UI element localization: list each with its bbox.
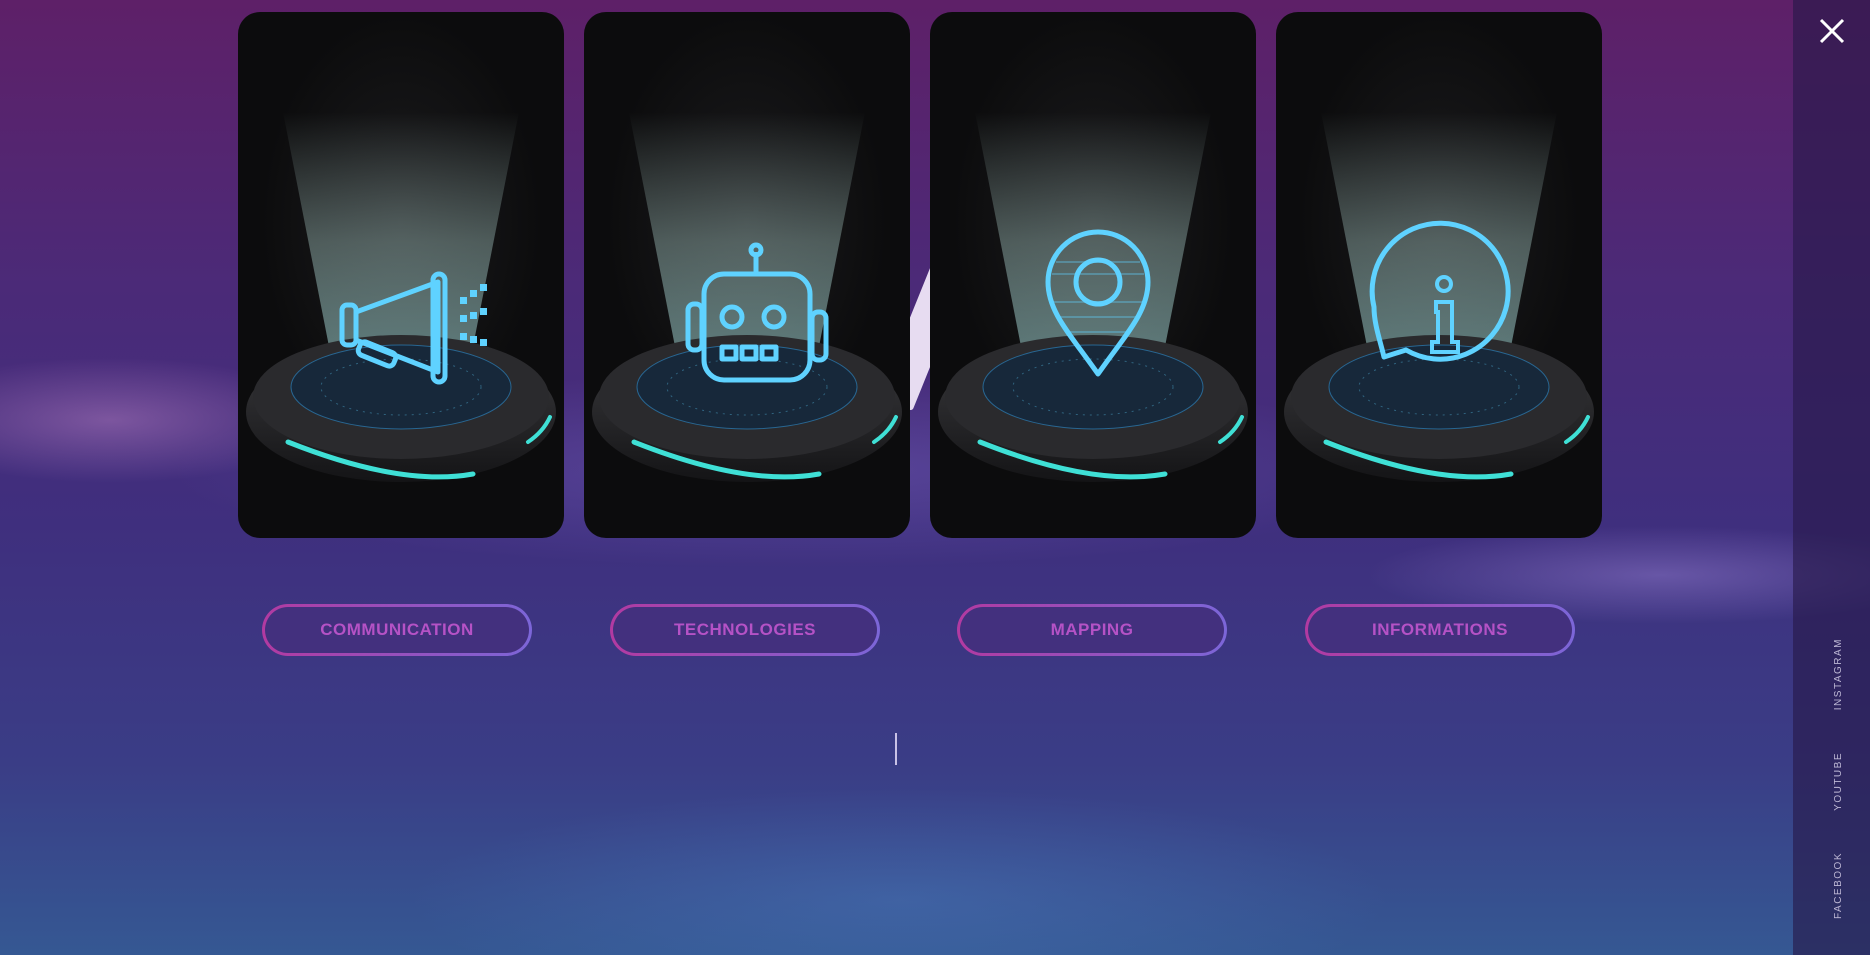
technologies-button[interactable]: TECHNOLOGIES	[610, 604, 880, 656]
instagram-link[interactable]: INSTAGRAM	[1833, 638, 1844, 710]
card-informations[interactable]	[1276, 12, 1602, 538]
card-technologies[interactable]	[584, 12, 910, 538]
robot-icon	[592, 112, 902, 482]
right-sidebar	[1793, 0, 1870, 955]
card-communication[interactable]	[238, 12, 564, 538]
close-icon[interactable]	[1817, 14, 1847, 48]
facebook-link[interactable]: FACEBOOK	[1833, 852, 1844, 919]
communication-button[interactable]: COMMUNICATION	[262, 604, 532, 656]
mapping-button[interactable]: MAPPING	[957, 604, 1227, 656]
youtube-link[interactable]: YOUTUBE	[1833, 752, 1844, 811]
text-cursor	[895, 733, 897, 765]
card-mapping[interactable]	[930, 12, 1256, 538]
map-pin-icon	[938, 112, 1248, 482]
info-bubble-icon	[1284, 112, 1594, 482]
informations-button[interactable]: INFORMATIONS	[1305, 604, 1575, 656]
megaphone-icon	[246, 112, 556, 482]
